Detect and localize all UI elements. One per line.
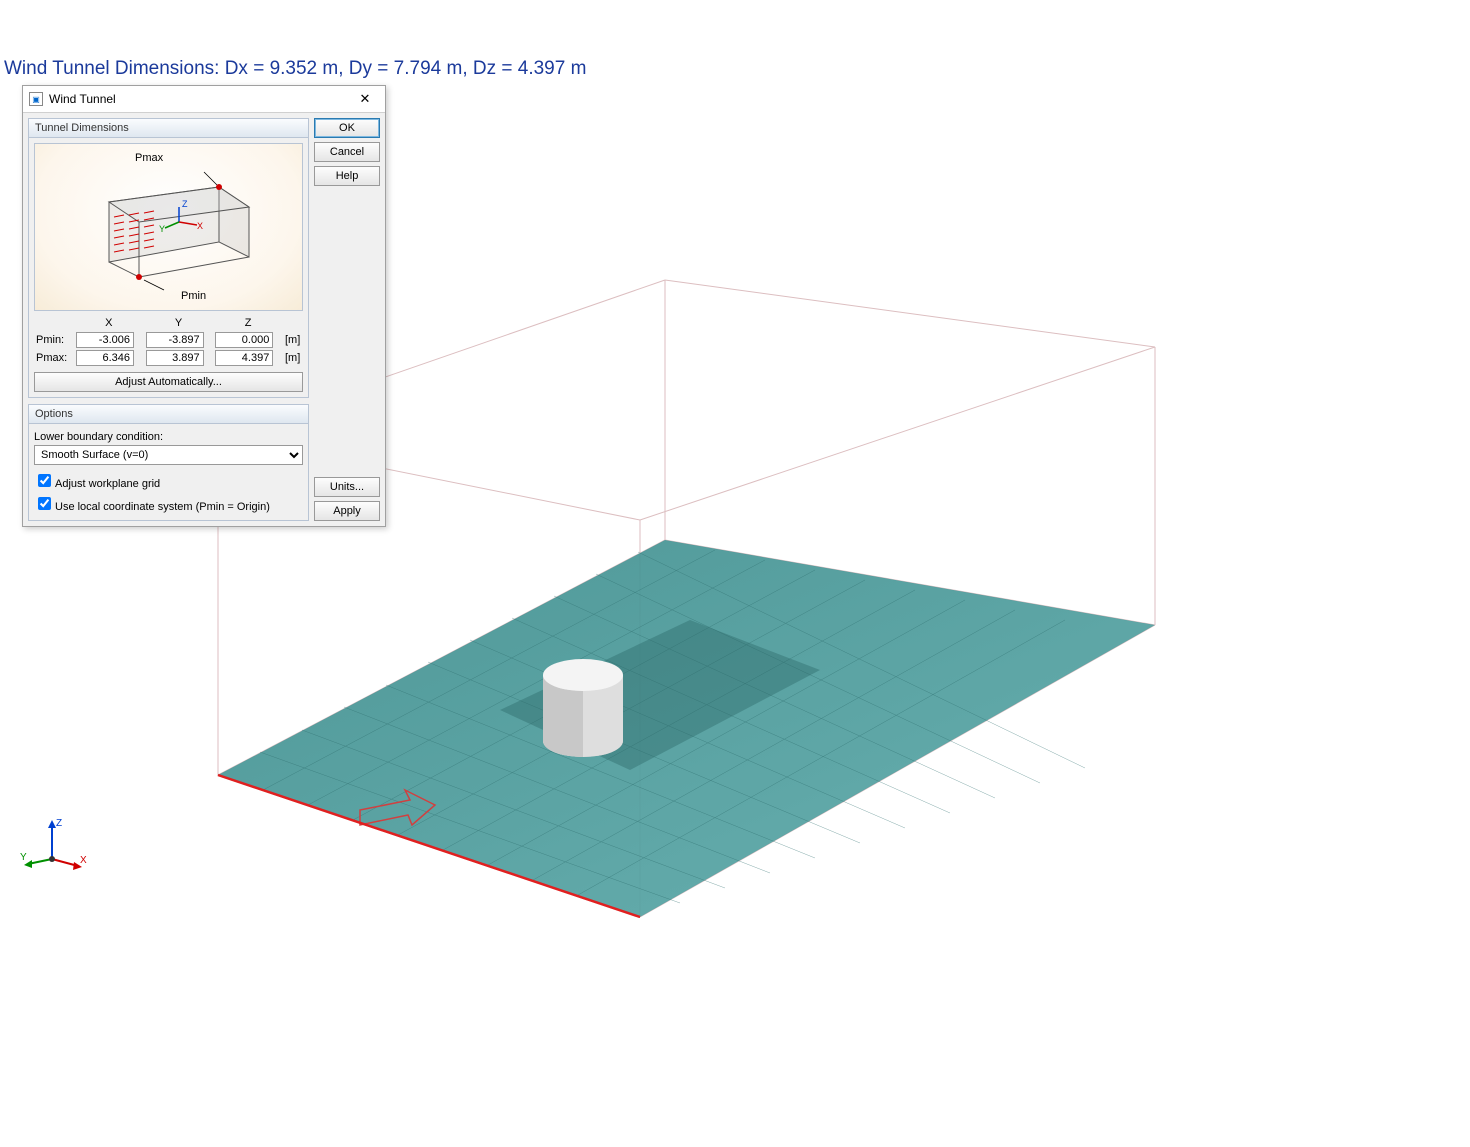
pmax-label: Pmax	[135, 152, 163, 164]
section-dimensions-header: Tunnel Dimensions	[28, 118, 309, 138]
col-y: Y	[144, 315, 214, 331]
pmin-x-input[interactable]	[76, 332, 134, 348]
apply-button[interactable]: Apply	[314, 501, 380, 521]
pmax-row-label: Pmax:	[34, 349, 74, 367]
pmin-y-input[interactable]	[146, 332, 204, 348]
units-button[interactable]: Units...	[314, 477, 380, 497]
adjust-auto-button[interactable]: Adjust Automatically...	[34, 372, 303, 392]
pmax-z-input[interactable]	[215, 350, 273, 366]
svg-text:X: X	[197, 221, 203, 231]
lbc-select[interactable]: Smooth Surface (v=0)	[34, 445, 303, 465]
svg-text:Z: Z	[182, 199, 188, 209]
coord-table: X Y Z Pmin: [m] Pmax:	[34, 315, 303, 367]
pmin-unit: [m]	[283, 331, 303, 349]
pmax-unit: [m]	[283, 349, 303, 367]
pmax-x-input[interactable]	[76, 350, 134, 366]
pmin-row-label: Pmin:	[34, 331, 74, 349]
svg-text:X: X	[80, 855, 87, 866]
tunnel-diagram: Pmax	[34, 143, 303, 311]
axis-gizmo: Z X Y	[20, 814, 90, 874]
col-x: X	[74, 315, 144, 331]
pmax-y-input[interactable]	[146, 350, 204, 366]
help-button[interactable]: Help	[314, 166, 380, 186]
app-icon: ▣	[29, 92, 43, 106]
pmin-label: Pmin	[181, 290, 206, 302]
lbc-label: Lower boundary condition:	[34, 429, 303, 445]
dialog-title: Wind Tunnel	[49, 92, 116, 106]
svg-text:Y: Y	[20, 852, 27, 863]
cancel-button[interactable]: Cancel	[314, 142, 380, 162]
adjust-workplane-checkbox[interactable]: Adjust workplane grid	[34, 469, 303, 492]
use-local-checkbox[interactable]: Use local coordinate system (Pmin = Orig…	[34, 492, 303, 515]
section-options-header: Options	[28, 404, 309, 424]
page-title: Wind Tunnel Dimensions: Dx = 9.352 m, Dy…	[4, 58, 586, 80]
wind-tunnel-dialog: ▣ Wind Tunnel ✕ Tunnel Dimensions Pmax	[22, 85, 386, 527]
svg-text:Z: Z	[56, 818, 62, 829]
pmin-z-input[interactable]	[215, 332, 273, 348]
svg-text:Y: Y	[159, 224, 165, 234]
close-icon[interactable]: ✕	[351, 90, 379, 108]
dialog-titlebar[interactable]: ▣ Wind Tunnel ✕	[23, 86, 385, 113]
ok-button[interactable]: OK	[314, 118, 380, 138]
col-z: Z	[213, 315, 283, 331]
